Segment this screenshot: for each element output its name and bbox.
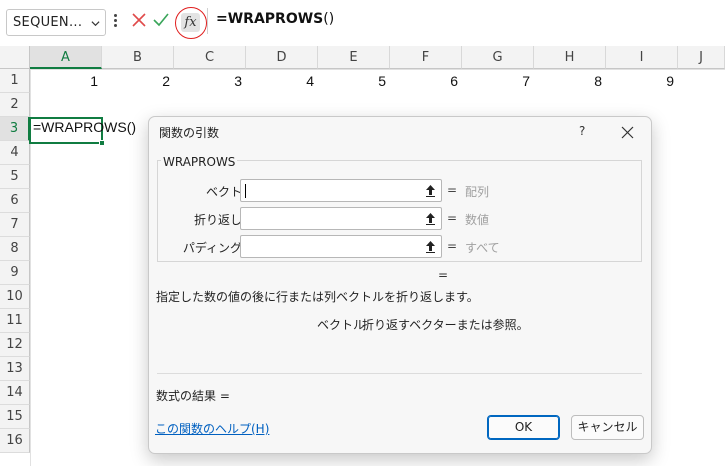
formula-paren: () bbox=[323, 11, 335, 27]
arg-type-hint: 配列 bbox=[465, 185, 490, 199]
row-header-4[interactable]: 4 bbox=[0, 141, 30, 165]
collapse-dialog-icon[interactable] bbox=[423, 239, 438, 254]
cell-c1[interactable]: 3 bbox=[174, 69, 246, 93]
fx-icon: fx bbox=[181, 13, 200, 32]
row-header-2[interactable]: 2 bbox=[0, 93, 30, 117]
close-icon[interactable] bbox=[621, 126, 634, 139]
arg-equals: = bbox=[447, 183, 458, 197]
cell-b1[interactable]: 2 bbox=[102, 69, 174, 93]
row-header-15[interactable]: 15 bbox=[0, 405, 30, 429]
column-header-a[interactable]: A bbox=[30, 46, 102, 69]
function-name-label: WRAPROWS bbox=[161, 155, 238, 169]
more-options-icon[interactable] bbox=[112, 12, 118, 30]
formula-text: =WRAPROWS bbox=[216, 11, 324, 27]
row-header-10[interactable]: 10 bbox=[0, 285, 30, 309]
ok-button[interactable]: OK bbox=[487, 415, 560, 440]
name-box-text: SEQUEN... bbox=[13, 15, 83, 30]
cell-d1[interactable]: 4 bbox=[246, 69, 318, 93]
arguments-group: ベクトル = 配列 折り返し数 = 数値 パディング値 = すべて bbox=[157, 160, 642, 262]
row-header-13[interactable]: 13 bbox=[0, 357, 30, 381]
row-header-9[interactable]: 9 bbox=[0, 261, 30, 285]
cell-e1[interactable]: 5 bbox=[318, 69, 390, 93]
formula-input[interactable]: =WRAPROWS() bbox=[216, 11, 334, 27]
select-all-corner[interactable] bbox=[0, 46, 30, 69]
column-header-h[interactable]: H bbox=[534, 46, 606, 69]
wrap-count-input[interactable] bbox=[240, 207, 442, 230]
cell-a1[interactable]: 1 bbox=[30, 69, 102, 93]
column-header-b[interactable]: B bbox=[102, 46, 174, 69]
function-help-link[interactable]: この関数のヘルプ(H) bbox=[155, 420, 269, 437]
active-cell-text: =WRAPROWS() bbox=[33, 119, 137, 135]
chevron-down-icon bbox=[91, 21, 100, 27]
collapse-dialog-icon[interactable] bbox=[423, 211, 438, 226]
formula-bar-divider bbox=[207, 8, 208, 34]
row-header-8[interactable]: 8 bbox=[0, 237, 30, 261]
column-header-g[interactable]: G bbox=[462, 46, 534, 69]
arg-type-hint: すべて bbox=[465, 241, 500, 255]
argument-description-name: ベクトル bbox=[317, 318, 366, 332]
check-icon[interactable] bbox=[152, 11, 170, 29]
help-button[interactable]: ? bbox=[579, 124, 585, 138]
collapse-dialog-icon[interactable] bbox=[423, 183, 438, 198]
row-header-11[interactable]: 11 bbox=[0, 309, 30, 333]
cell-f1[interactable]: 6 bbox=[390, 69, 462, 93]
row-header-1[interactable]: 1 bbox=[0, 69, 30, 93]
argument-description-text: 折り返すベクターまたは参照。 bbox=[362, 318, 529, 332]
arg-type-hint: 数値 bbox=[465, 213, 490, 227]
arg-equals: = bbox=[447, 239, 458, 253]
formula-bar: SEQUEN... fx =WRAPROWS() bbox=[0, 0, 725, 42]
fill-handle[interactable] bbox=[99, 140, 105, 146]
cell-g1[interactable]: 7 bbox=[462, 69, 534, 93]
cell-h1[interactable]: 8 bbox=[534, 69, 606, 93]
pad-with-input[interactable] bbox=[240, 235, 442, 258]
row-header-14[interactable]: 14 bbox=[0, 381, 30, 405]
dialog-title: 関数の引数 bbox=[159, 126, 220, 140]
row-header-5[interactable]: 5 bbox=[0, 165, 30, 189]
text-caret bbox=[245, 184, 246, 198]
arg-equals: = bbox=[447, 211, 458, 225]
name-box[interactable]: SEQUEN... bbox=[6, 9, 106, 36]
cancel-icon[interactable] bbox=[130, 11, 148, 29]
formula-result: 数式の結果 = bbox=[156, 389, 230, 403]
insert-function-button[interactable]: fx bbox=[175, 7, 207, 39]
row-header-7[interactable]: 7 bbox=[0, 213, 30, 237]
cancel-button[interactable]: キャンセル bbox=[571, 415, 644, 440]
row-header-3[interactable]: 3 bbox=[0, 117, 30, 141]
column-header-e[interactable]: E bbox=[318, 46, 390, 69]
vector-input[interactable] bbox=[240, 179, 442, 202]
column-header-f[interactable]: F bbox=[390, 46, 462, 69]
column-header-j[interactable]: J bbox=[678, 46, 725, 69]
column-header-c[interactable]: C bbox=[174, 46, 246, 69]
cell-i1[interactable]: 9 bbox=[606, 69, 678, 93]
row-header-12[interactable]: 12 bbox=[0, 333, 30, 357]
dialog-divider bbox=[157, 373, 642, 374]
row-header-6[interactable]: 6 bbox=[0, 189, 30, 213]
column-header-i[interactable]: I bbox=[606, 46, 678, 69]
function-arguments-dialog: 関数の引数 ? ベクトル = 配列 折り返し数 = 数値 パディング値 = すべ… bbox=[148, 116, 652, 454]
result-equals: = bbox=[438, 268, 449, 282]
function-description: 指定した数の値の後に行または列ベクトルを折り返します。 bbox=[156, 290, 479, 304]
column-header-d[interactable]: D bbox=[246, 46, 318, 69]
row-header-16[interactable]: 16 bbox=[0, 429, 30, 453]
